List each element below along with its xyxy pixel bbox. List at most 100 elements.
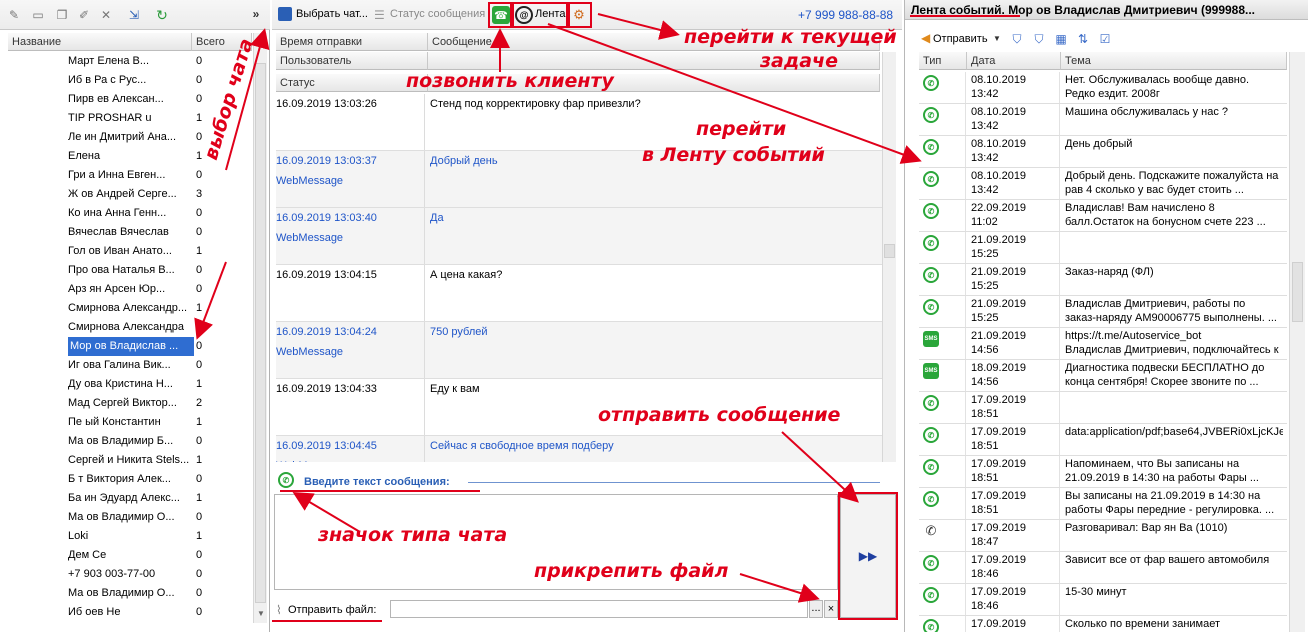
event-row[interactable]: ✆ 17.09.2019 18:51 Напоминаем, что Вы запис… — [919, 456, 1287, 488]
collapse-button[interactable]: » — [248, 6, 264, 22]
event-row[interactable]: ✆ 17.09.2019 18:51 data:application/pdf;bas… — [919, 424, 1287, 456]
chat-list-item[interactable]: Вячеслав Вячеслав 0 — [8, 223, 252, 242]
message-row[interactable]: 16.09.2019 13:03:40 WebMessage Да — [276, 208, 882, 265]
chat-list-item[interactable]: Гри а Инна Евген... 0 — [8, 166, 252, 185]
event-row[interactable]: ✆ 17.09.2019 18:46 15-30 минут — [919, 584, 1287, 616]
attach-file-input[interactable] — [390, 600, 808, 618]
choose-chat-button[interactable]: Выбрать чат... — [296, 8, 368, 20]
chat-list-item[interactable]: +7 903 003-77-00 0 — [8, 565, 252, 584]
column-header-date[interactable]: Дата — [967, 52, 1061, 70]
event-scroll-thumb[interactable] — [1292, 262, 1303, 322]
chat-list-item[interactable]: Иг ова Галина Вик... 0 — [8, 356, 252, 375]
event-row[interactable]: SMS 21.09.2019 14:56 https://t.me/Autoservi… — [919, 328, 1287, 360]
message-row[interactable]: 16.09.2019 13:04:24 WebMessage 750 рублей — [276, 322, 882, 379]
attach-clear-button[interactable]: × — [824, 600, 838, 618]
phone-call-icon: ✆ — [925, 523, 937, 538]
message-row[interactable]: 16.09.2019 13:04:45 WebMessage Сейчас я св… — [276, 436, 882, 462]
client-phone[interactable]: +7 999 988-88-88 — [798, 8, 893, 22]
event-row[interactable]: ✆ 08.10.2019 13:42 Машина обслуживалась у н… — [919, 104, 1287, 136]
event-col-divider — [965, 168, 966, 199]
event-row[interactable]: ✆ 08.10.2019 13:42 Добрый день. Подскажите … — [919, 168, 1287, 200]
scroll-up-icon[interactable]: ▲ — [257, 37, 265, 46]
event-row[interactable]: ✆ 17.09.2019 18:51 — [919, 392, 1287, 424]
chat-list-item[interactable]: Арз ян Арсен Юр... 0 — [8, 280, 252, 299]
delete-icon[interactable]: ✕ — [98, 7, 114, 23]
whatsapp-icon: ✆ — [923, 235, 939, 251]
event-row[interactable]: ✆ 08.10.2019 13:42 День добрый — [919, 136, 1287, 168]
chat-list-item-name: Б т Виктория Алек... — [68, 473, 171, 485]
event-row[interactable]: ✆ 22.09.2019 11:02 Владислав! Вам начислено… — [919, 200, 1287, 232]
message-row[interactable]: 16.09.2019 13:03:26 Стенд под корректиров… — [276, 94, 882, 151]
column-header-type[interactable]: Тип — [919, 52, 967, 70]
chat-list-item[interactable]: Б т Виктория Алек... 0 — [8, 470, 252, 489]
pencil-icon[interactable]: ✐ — [76, 7, 92, 23]
chat-list-item[interactable]: Мор ов Владислав ... 0 — [8, 337, 252, 356]
chevron-down-icon[interactable]: ▼ — [993, 34, 1001, 43]
event-subject-line2: рав 4 сколько у вас будет стоить ... — [1065, 184, 1244, 196]
chat-list-item[interactable]: Loki 1 — [8, 527, 252, 546]
chat-list-item[interactable]: Смирнова Александр... 1 — [8, 299, 252, 318]
chat-list-item[interactable]: Смирнова Александра 1 — [8, 318, 252, 337]
chat-list-item-name: Мад Сергей Виктор... — [68, 397, 177, 409]
chat-list-item[interactable]: Ду ова Кристина Н... 1 — [8, 375, 252, 394]
event-row[interactable]: ✆ 21.09.2019 15:25 — [919, 232, 1287, 264]
message-scroll-thumb[interactable] — [884, 244, 895, 258]
chat-list-item[interactable]: Ко ина Анна Генн... 0 — [8, 204, 252, 223]
chat-list-item[interactable]: Про ова Наталья В... 0 — [8, 261, 252, 280]
chat-list-item[interactable]: Март Елена В... 0 — [8, 52, 252, 71]
event-time: 18:51 — [971, 504, 999, 516]
event-date: 17.09.2019 — [971, 618, 1027, 630]
chat-list-item[interactable]: Гол ов Иван Анато... 1 — [8, 242, 252, 261]
event-row[interactable]: ✆ 17.09.2019 18:47 Разговаривал: Вар ян Ва … — [919, 520, 1287, 552]
chat-list-item[interactable]: Ма ов Владимир Б... 0 — [8, 432, 252, 451]
chat-list-item[interactable]: Ма ов Владимир О... 0 — [8, 584, 252, 603]
chat-list-item-count: 0 — [196, 131, 203, 143]
task-highlight — [568, 2, 592, 28]
chat-list-item[interactable]: Мад Сергей Виктор... 2 — [8, 394, 252, 413]
column-header-name[interactable]: Название — [8, 33, 192, 51]
filter-icon[interactable]: ⛉ — [1009, 31, 1025, 47]
attach-browse-button[interactable]: ... — [809, 600, 823, 618]
column-header-user[interactable]: Пользователь — [276, 52, 428, 70]
chat-list-item[interactable]: Ба ин Эдуард Алекс... 1 — [8, 489, 252, 508]
chat-list-item[interactable]: Сергей и Никита Stels... 1 — [8, 451, 252, 470]
sms-icon: SMS — [923, 363, 939, 379]
chat-list-item-name: Ма ов Владимир Б... — [68, 435, 174, 447]
event-row[interactable]: ✆ 21.09.2019 15:25 Владислав Дмитриевич, ра… — [919, 296, 1287, 328]
event-row[interactable]: SMS 18.09.2019 14:56 Диагностика подвески Б… — [919, 360, 1287, 392]
edit-icon[interactable]: ✎ — [6, 7, 22, 23]
event-subject: Вы записаны на 21.09.2019 в 14:30 на — [1065, 490, 1261, 502]
chat-list-item[interactable]: Иб в Ра с Рус... 0 — [8, 71, 252, 90]
scroll-down-icon[interactable]: ▼ — [257, 609, 265, 618]
event-row[interactable]: ✆ 08.10.2019 13:42 Нет. Обслуживалась вообщ… — [919, 72, 1287, 104]
folder-icon[interactable]: ▭ — [30, 7, 46, 23]
chat-list-scrollbar[interactable]: ▲ ▼ — [253, 33, 267, 623]
chat-list-item[interactable]: Ма ов Владимир О... 0 — [8, 508, 252, 527]
filter-settings-icon[interactable]: ▦ — [1053, 31, 1069, 47]
refresh-icon[interactable]: ↻ — [154, 7, 170, 23]
message-scrollbar[interactable] — [882, 52, 896, 462]
message-row[interactable]: 16.09.2019 13:04:15 А цена какая? — [276, 265, 882, 322]
event-row[interactable]: ✆ 17.09.2019 18:51 Вы записаны на 21.09.201… — [919, 488, 1287, 520]
scroll-thumb[interactable] — [255, 63, 266, 603]
column-header-send-time[interactable]: Время отправки — [276, 33, 428, 51]
event-row[interactable]: ✆ 21.09.2019 15:25 Заказ-наряд (ФЛ) — [919, 264, 1287, 296]
event-row[interactable]: ✆ 17.09.2019 18:46 Зависит все от фар вашег… — [919, 552, 1287, 584]
sort-icon[interactable]: ⇅ — [1075, 31, 1091, 47]
chat-list-item[interactable]: Пе ый Константин 1 — [8, 413, 252, 432]
export-icon[interactable]: ⇲ — [126, 7, 142, 23]
column-header-subject[interactable]: Тема — [1061, 52, 1287, 70]
copy-icon[interactable]: ❐ — [54, 7, 70, 23]
checklist-icon[interactable]: ☑ — [1097, 31, 1113, 47]
clear-filter-icon[interactable]: ⛉ — [1031, 31, 1047, 47]
event-col-divider — [1059, 360, 1060, 391]
event-row[interactable]: ✆ 17.09.2019 Сколько по времени занимает — [919, 616, 1287, 632]
chat-list-item[interactable]: Ж ов Андрей Серге... 3 — [8, 185, 252, 204]
send-dropdown-button[interactable]: Отправить — [933, 33, 988, 45]
event-time: 14:56 — [971, 344, 999, 356]
event-scrollbar[interactable] — [1289, 52, 1305, 632]
event-feed-panel: Лента событий. Мор ов Владислав Дмитриев… — [904, 0, 1308, 632]
chat-list-item[interactable]: Иб оев Не 0 — [8, 603, 252, 622]
message-status-button[interactable]: Статус сообщения — [390, 8, 485, 20]
chat-list-item[interactable]: Дем Се 0 — [8, 546, 252, 565]
